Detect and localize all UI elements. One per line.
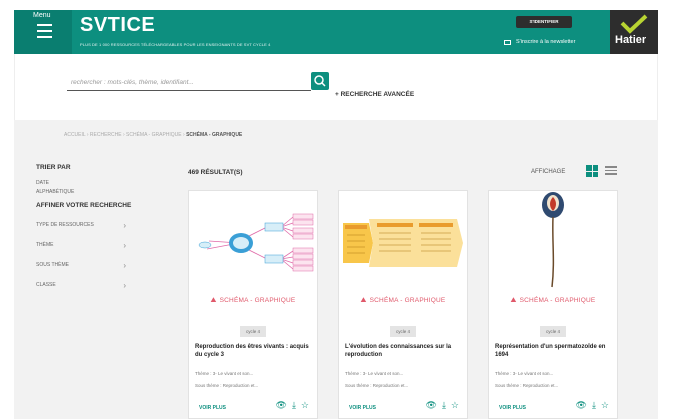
filter-label: THÈME: [36, 242, 54, 248]
card-subtheme: Sous thème : Reproduction et...: [195, 383, 259, 388]
filter-resource-type[interactable]: TYPE DE RESSOURCES ›: [36, 215, 126, 235]
site-title[interactable]: SVTICE: [80, 14, 155, 37]
advanced-search-link[interactable]: + RECHERCHE AVANCÉE: [335, 91, 414, 98]
filter-sidebar: TRIER PAR DATE ALPHABÉTIQUE AFFINER VOTR…: [36, 164, 136, 295]
card-subtheme: Sous thème : Reproduction et...: [345, 383, 409, 388]
sort-heading: TRIER PAR: [36, 164, 71, 171]
card-theme: Thème : 3- Le vivant et son...: [345, 371, 404, 376]
resource-card[interactable]: ⛰ SCHÉMA - GRAPHIQUE cycle 4 Reproduction…: [188, 190, 318, 419]
star-icon[interactable]: ☆: [451, 401, 459, 410]
chevron-right-icon: ›: [123, 220, 126, 230]
list-view-icon[interactable]: [605, 166, 617, 176]
filter-label: SOUS THÈME: [36, 262, 69, 268]
login-button[interactable]: S'IDENTIFIER: [516, 16, 572, 28]
search-input[interactable]: [67, 75, 311, 91]
menu-label: Menu: [33, 12, 51, 19]
cycle-badge: cycle 4: [239, 326, 267, 337]
chevron-right-icon: ›: [123, 260, 126, 270]
search-section: + RECHERCHE AVANCÉE: [14, 54, 658, 120]
results-count: 469 RÉSULTAT(S): [188, 169, 243, 176]
star-icon[interactable]: ☆: [301, 401, 309, 410]
breadcrumb: ACCUEIL › RECHERCHE › SCHÉMA - GRAPHIQUE…: [64, 132, 242, 138]
star-icon[interactable]: ☆: [601, 401, 609, 410]
newsletter-label: S'inscrire à la newsletter: [516, 39, 576, 45]
results-section: ACCUEIL › RECHERCHE › SCHÉMA - GRAPHIQUE…: [14, 120, 658, 419]
sort-alpha[interactable]: ALPHABÉTIQUE: [36, 189, 136, 195]
card-title[interactable]: Représentation d'un spermatozoïde en 169…: [495, 343, 613, 359]
site-header: Menu SVTICE PLUS DE 1 000 RESSOURCES TÉL…: [14, 10, 658, 54]
card-actions: 👁 ⤓ ☆: [276, 401, 310, 410]
eye-icon[interactable]: 👁: [426, 401, 437, 410]
resource-type-label: SCHÉMA - GRAPHIQUE: [219, 297, 296, 304]
resource-type-label: SCHÉMA - GRAPHIQUE: [519, 297, 596, 304]
newsletter-link[interactable]: S'inscrire à la newsletter: [504, 39, 575, 45]
eye-icon[interactable]: 👁: [576, 401, 587, 410]
download-icon[interactable]: ⤓: [592, 401, 596, 410]
filter-class[interactable]: CLASSE ›: [36, 275, 126, 295]
card-theme: Thème : 3- Le vivant et son...: [495, 371, 554, 376]
resource-card[interactable]: ⛰ SCHÉMA - GRAPHIQUE cycle 4 L'évolution …: [338, 190, 468, 419]
filter-subtheme[interactable]: SOUS THÈME ›: [36, 255, 126, 275]
search-button[interactable]: [311, 72, 329, 90]
card-actions: 👁 ⤓ ☆: [576, 401, 610, 410]
download-icon[interactable]: ⤓: [442, 401, 446, 410]
card-title[interactable]: L'évolution des connaissances sur la rep…: [345, 343, 463, 359]
picture-icon: ⛰: [510, 297, 517, 304]
hatier-logo[interactable]: Hatier: [610, 10, 658, 54]
card-theme: Thème : 3- Le vivant et son...: [195, 371, 254, 376]
hamburger-icon: [37, 24, 52, 42]
resource-type: ⛰ SCHÉMA - GRAPHIQUE: [489, 297, 617, 305]
refine-heading: AFFINER VOTRE RECHERCHE: [36, 202, 132, 209]
breadcrumb-current: SCHÉMA - GRAPHIQUE: [186, 132, 243, 138]
resource-card[interactable]: ⛰ SCHÉMA - GRAPHIQUE cycle 4 Représentati…: [488, 190, 618, 419]
filter-theme[interactable]: THÈME ›: [36, 235, 126, 255]
download-icon[interactable]: ⤓: [292, 401, 296, 410]
search-icon: [314, 75, 326, 87]
checkmark-icon: [620, 14, 648, 34]
cycle-badge: cycle 4: [389, 326, 417, 337]
resource-type: ⛰ SCHÉMA - GRAPHIQUE: [339, 297, 467, 305]
menu-button[interactable]: Menu: [14, 10, 72, 54]
picture-icon: ⛰: [360, 297, 367, 304]
card-title[interactable]: Reproduction des êtres vivants : acquis …: [195, 343, 313, 359]
sort-date[interactable]: DATE: [36, 180, 136, 186]
filter-label: CLASSE: [36, 282, 56, 288]
card-actions: 👁 ⤓ ☆: [426, 401, 460, 410]
card-subtheme: Sous thème : Reproduction et...: [495, 383, 559, 388]
see-more-link[interactable]: VOIR PLUS: [349, 405, 376, 411]
resource-type-label: SCHÉMA - GRAPHIQUE: [369, 297, 446, 304]
eye-icon[interactable]: 👁: [276, 401, 287, 410]
chevron-right-icon: ›: [123, 280, 126, 290]
chevron-right-icon: ›: [123, 240, 126, 250]
filter-label: TYPE DE RESSOURCES: [36, 222, 94, 228]
display-label: AFFICHAGE: [531, 169, 566, 175]
breadcrumb-trail[interactable]: ACCUEIL › RECHERCHE › SCHÉMA - GRAPHIQUE…: [64, 132, 185, 138]
timeline-thumbnail: [339, 191, 467, 291]
mindmap-thumbnail: [189, 191, 317, 291]
spermatozoon-thumbnail: [489, 191, 617, 291]
cycle-badge: cycle 4: [539, 326, 567, 337]
see-more-link[interactable]: VOIR PLUS: [499, 405, 526, 411]
site-tagline: PLUS DE 1 000 RESSOURCES TÉLÉCHARGEABLES…: [80, 42, 271, 47]
grid-view-icon[interactable]: [586, 165, 598, 177]
see-more-link[interactable]: VOIR PLUS: [199, 405, 226, 411]
resource-type: ⛰ SCHÉMA - GRAPHIQUE: [189, 297, 317, 305]
mail-icon: [504, 39, 511, 45]
logo-text: Hatier: [615, 34, 647, 46]
picture-icon: ⛰: [210, 297, 217, 304]
